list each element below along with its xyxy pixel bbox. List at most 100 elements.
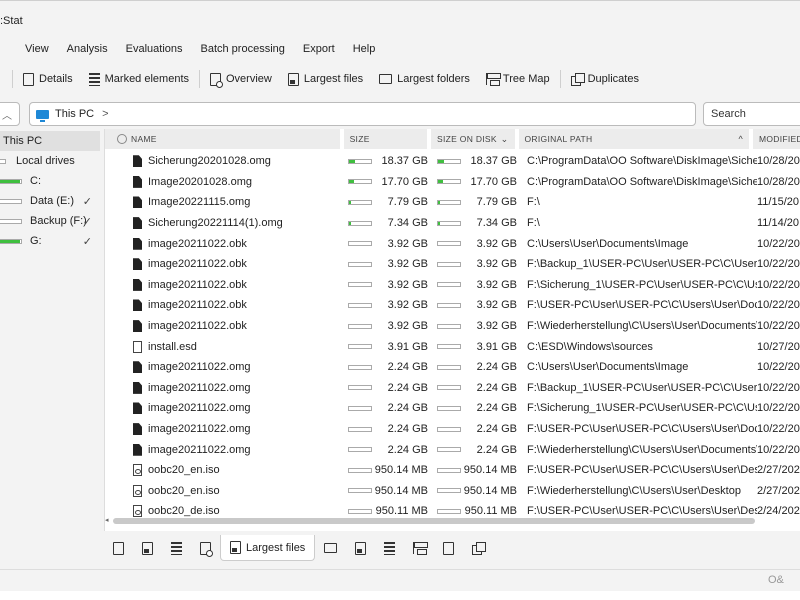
breadcrumb-chevron-icon[interactable]: > [102,108,108,120]
tab-details[interactable] [104,535,133,561]
tab-duplicates[interactable] [463,535,493,561]
table-row[interactable]: image20211022.obk 3.92 GB 3.92 GB C:\Users\… [105,233,800,254]
scroll-left-icon[interactable]: ◂ [105,516,109,524]
table-row[interactable]: image20211022.omg 2.24 GB 2.24 GB F:\Wieder… [105,439,800,460]
table-row[interactable]: image20211022.omg 2.24 GB 2.24 GB C:\Users\… [105,357,800,378]
file-name: image20211022.omg [148,423,251,436]
drive-usage-bar [0,178,22,184]
largest-folders-button[interactable]: Largest folders [371,67,478,91]
horizontal-scrollbar[interactable] [113,518,755,524]
table-row[interactable]: image20211022.omg 2.24 GB 2.24 GB F:\Sicher… [105,398,800,419]
checkmark-icon[interactable]: ✓ [83,235,92,248]
tab-grid[interactable] [375,535,404,561]
cell-path: F:\Backup_1\USER-PC\User\USER-PC\C\Users… [527,381,757,394]
cell-size: 950.14 MB [345,464,433,476]
tree-item-this-pc[interactable]: This PC [0,131,100,151]
cell-path: F:\USER-PC\User\USER-PC\C\Users\User\Des… [527,505,757,518]
table-row[interactable]: oobc20_en.iso 950.14 MB 950.14 MB F:\USER-P… [105,460,800,481]
table-row[interactable]: oobc20_en.iso 950.14 MB 950.14 MB F:\Wieder… [105,481,800,502]
tree-item-drive-f[interactable]: Backup (F:) ✓ [0,211,100,231]
column-header-name[interactable]: NAME [105,129,340,149]
menu-export[interactable]: Export [294,37,344,61]
table-row[interactable]: Sicherung20201028.omg 18.37 GB 18.37 GB C:\… [105,151,800,172]
table-row[interactable]: image20211022.obk 3.92 GB 3.92 GB F:\Sicher… [105,275,800,296]
column-header-modified[interactable]: MODIFIED [752,129,800,149]
column-header-label: NAME [131,134,157,144]
column-header-path[interactable]: ORIGINAL PATH ^ [518,129,749,149]
tab-tree-list[interactable] [404,535,434,561]
file-name: Sicherung20221114(1).omg [148,217,283,230]
overview-button[interactable]: Overview [202,67,280,91]
table-row[interactable]: Image20201028.omg 17.70 GB 17.70 GB C:\Prog… [105,172,800,193]
tree-map-icon [485,73,501,86]
table-row[interactable]: install.esd 3.91 GB 3.91 GB C:\ESD\Windows\… [105,336,800,357]
table-row[interactable]: Image20221115.omg 7.79 GB 7.79 GB F:\ 11/15/… [105,192,800,213]
cell-modified: 10/22/20 [757,237,800,250]
cell-modified: 10/22/20 [757,361,800,374]
tree-item-local-drives[interactable]: Local drives [0,151,100,171]
menu-batch-processing[interactable]: Batch processing [192,37,294,61]
column-header-label: ORIGINAL PATH [524,134,593,144]
duplicates-button[interactable]: Duplicates [563,67,647,91]
tab-overview[interactable] [191,535,220,561]
size-bar [348,220,372,226]
tree-map-button[interactable]: Tree Map [478,67,558,91]
table-row[interactable]: image20211022.omg 2.24 GB 2.24 GB F:\Backup… [105,378,800,399]
menu-evaluations[interactable]: Evaluations [117,37,192,61]
cell-size: 2.24 GB [345,444,433,456]
tab-largest-files[interactable]: Largest files [220,535,316,561]
checkmark-icon[interactable]: ✓ [83,195,92,208]
marked-elements-label: Marked elements [104,73,189,85]
marked-elements-button[interactable]: Marked elements [81,67,197,91]
size-bar-fill [349,200,352,204]
menu-help[interactable]: Help [344,37,385,61]
tab-largest-folders[interactable] [315,535,346,561]
disk-bar [437,199,461,205]
largest-files-icon [287,72,299,86]
column-header-size-on-disk[interactable]: SIZE ON DISK ⌄ [431,129,515,149]
table-row[interactable]: Sicherung20221114(1).omg 7.34 GB 7.34 GB F:… [105,213,800,234]
tab-list[interactable] [162,535,191,561]
tree-item-drive-e[interactable]: Data (E:) ✓ [0,191,100,211]
table-row[interactable]: image20211022.obk 3.92 GB 3.92 GB F:\USER-P… [105,295,800,316]
file-name: image20211022.omg [148,402,251,415]
file-icon [133,423,142,436]
search-input[interactable]: Search [703,102,800,126]
duplicates-label: Duplicates [587,73,639,85]
tree-item-drive-c[interactable]: C: [0,171,100,191]
disk-bar [437,261,461,267]
column-header-label: MODIFIED [758,134,800,144]
disk-value: 3.91 GB [476,340,517,353]
cell-size: 950.11 MB [345,505,433,517]
largest-folders-label: Largest folders [397,73,470,85]
table-row[interactable]: image20211022.obk 3.92 GB 3.92 GB F:\Wieder… [105,316,800,337]
file-icon [133,381,142,394]
menu-view[interactable]: View [16,37,58,61]
size-bar [348,344,372,350]
tab-chart[interactable] [434,535,463,561]
checkmark-icon[interactable]: ✓ [83,215,92,228]
up-button[interactable]: ︿ [0,102,20,126]
size-bar [348,179,372,185]
address-bar[interactable]: This PC > [29,102,696,126]
column-header-size[interactable]: SIZE [343,129,428,149]
size-value: 7.34 GB [387,217,428,230]
table-row[interactable]: image20211022.omg 2.24 GB 2.24 GB F:\USER-P… [105,419,800,440]
computer-icon [36,109,49,122]
largest-files-button[interactable]: Largest files [280,67,371,91]
tree-item-drive-g[interactable]: G: ✓ [0,231,100,251]
size-bar [348,282,372,288]
details-button[interactable]: Details [15,67,81,91]
tab-file-types[interactable] [346,535,375,561]
cell-modified: 10/27/20 [757,340,800,353]
cell-modified: 10/22/20 [757,443,800,456]
disk-value: 2.24 GB [476,443,517,456]
size-value: 3.92 GB [387,278,428,291]
tab-marked[interactable] [133,535,162,561]
table-row[interactable]: image20211022.obk 3.92 GB 3.92 GB F:\Backup… [105,254,800,275]
file-name: oobc20_en.iso [148,464,220,477]
select-all-checkbox[interactable] [117,134,127,144]
cell-path: F:\USER-PC\User\USER-PC\C\Users\User\Doc… [527,423,757,436]
document-icon [23,72,34,86]
menu-analysis[interactable]: Analysis [58,37,117,61]
